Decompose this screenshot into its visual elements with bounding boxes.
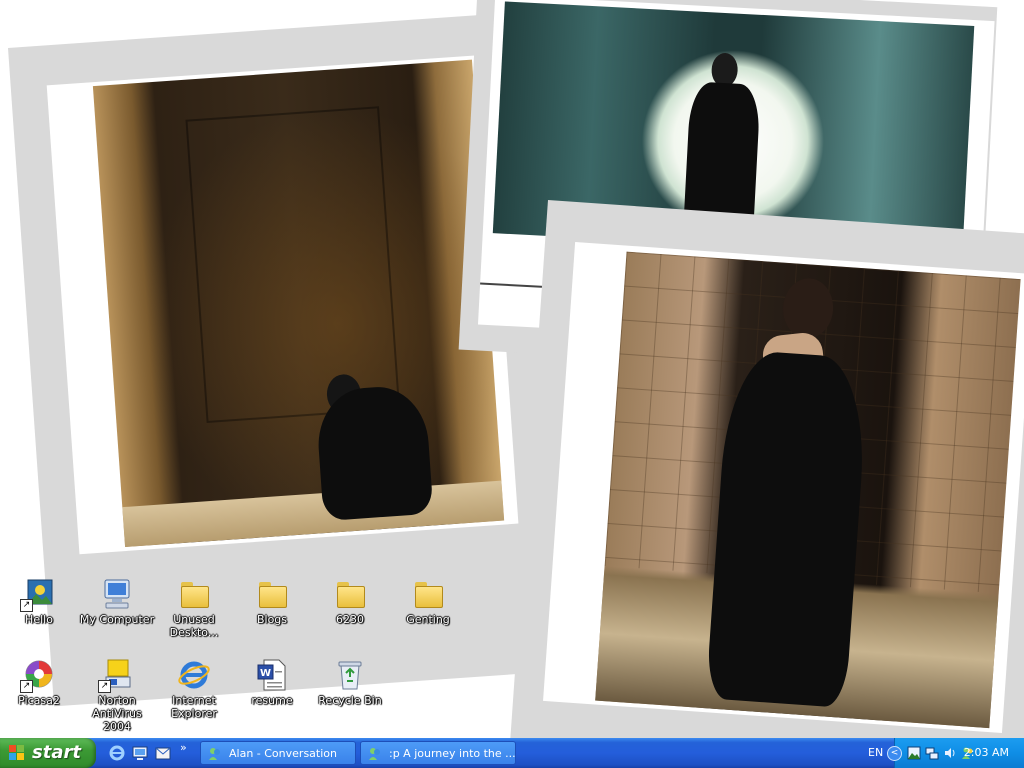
- task-label: Alan - Conversation: [229, 747, 337, 760]
- svg-text:W: W: [260, 668, 271, 679]
- norton-icon: ↗: [98, 659, 134, 693]
- desktop-icon-my-computer[interactable]: My Computer: [79, 578, 155, 626]
- messenger-icon: [207, 746, 223, 762]
- photo-tray-icon[interactable]: [907, 745, 921, 760]
- folder-icon: [411, 578, 445, 610]
- word-document-icon: W: [255, 659, 289, 691]
- show-hidden-icons-chevron-icon[interactable]: <: [887, 746, 902, 761]
- folder-icon: [333, 578, 367, 610]
- folder-icon: [177, 578, 211, 610]
- internet-explorer-icon: [177, 659, 211, 691]
- outlook-quicklaunch-icon[interactable]: [154, 744, 172, 762]
- language-indicator[interactable]: EN: [868, 738, 883, 768]
- desktop-icon-hello[interactable]: ↗ Hello: [1, 578, 77, 626]
- desktop-icon-label: Hello: [25, 613, 53, 626]
- start-label: start: [32, 742, 81, 763]
- desktop-icon-6230[interactable]: 6230: [312, 578, 388, 626]
- desktop-icon-recycle-bin[interactable]: Recycle Bin: [312, 659, 388, 707]
- taskbar: start » Alan - Conversation :p A journey…: [0, 738, 1024, 768]
- desktop-icon-blogs[interactable]: Blogs: [234, 578, 310, 626]
- computer-icon: [100, 578, 134, 610]
- windows-logo-icon: [9, 745, 25, 761]
- recycle-bin-icon: [333, 659, 367, 691]
- desktop[interactable]: ↗ Hello My Computer Unused Deskto... Blo…: [0, 0, 1024, 738]
- desktop-icon-norton-antivirus[interactable]: ↗ Norton AntiVirus 2004: [79, 659, 155, 733]
- start-button[interactable]: start: [0, 738, 96, 768]
- image-shortcut-icon: ↗: [20, 578, 56, 612]
- volume-tray-icon[interactable]: [943, 745, 957, 759]
- folder-icon: [255, 578, 289, 610]
- desktop-icon-label: Unused Deskto...: [169, 613, 219, 639]
- desktop-icon-label: Picasa2: [18, 694, 60, 707]
- desktop-icon-label: Norton AntiVirus 2004: [92, 694, 142, 733]
- messenger-icon: [367, 746, 383, 762]
- desktop-icon-label: Internet Explorer: [171, 694, 217, 720]
- desktop-icon-label: 6230: [336, 613, 364, 626]
- desktop-icon-genting[interactable]: Genting: [390, 578, 466, 626]
- quicklaunch-more-button[interactable]: »: [180, 741, 198, 759]
- desktop-icon-label: Recycle Bin: [318, 694, 382, 707]
- internet-explorer-quicklaunch-icon[interactable]: [108, 744, 126, 762]
- desktop-icon-unused-desktop[interactable]: Unused Deskto...: [156, 578, 232, 639]
- desktop-icon-resume[interactable]: W resume: [234, 659, 310, 707]
- show-desktop-icon[interactable]: [131, 744, 149, 762]
- desktop-icon-label: Blogs: [256, 613, 288, 626]
- desktop-icon-label: My Computer: [79, 613, 155, 626]
- taskbar-task-journey[interactable]: :p A journey into the ...: [360, 741, 516, 765]
- wallpaper-photo-building: [508, 200, 1024, 738]
- clock[interactable]: 2:03 AM: [964, 738, 1009, 768]
- network-tray-icon[interactable]: [925, 745, 939, 760]
- desktop-icon-picasa2[interactable]: ↗ Picasa2: [1, 659, 77, 707]
- taskbar-task-alan-conversation[interactable]: Alan - Conversation: [200, 741, 356, 765]
- desktop-icon-internet-explorer[interactable]: Internet Explorer: [156, 659, 232, 720]
- desktop-icon-label: Genting: [406, 613, 450, 626]
- desktop-icon-label: resume: [251, 694, 293, 707]
- task-label: :p A journey into the ...: [389, 747, 516, 760]
- system-tray: < 2:03 AM: [887, 738, 1024, 768]
- picasa-icon: ↗: [20, 659, 56, 693]
